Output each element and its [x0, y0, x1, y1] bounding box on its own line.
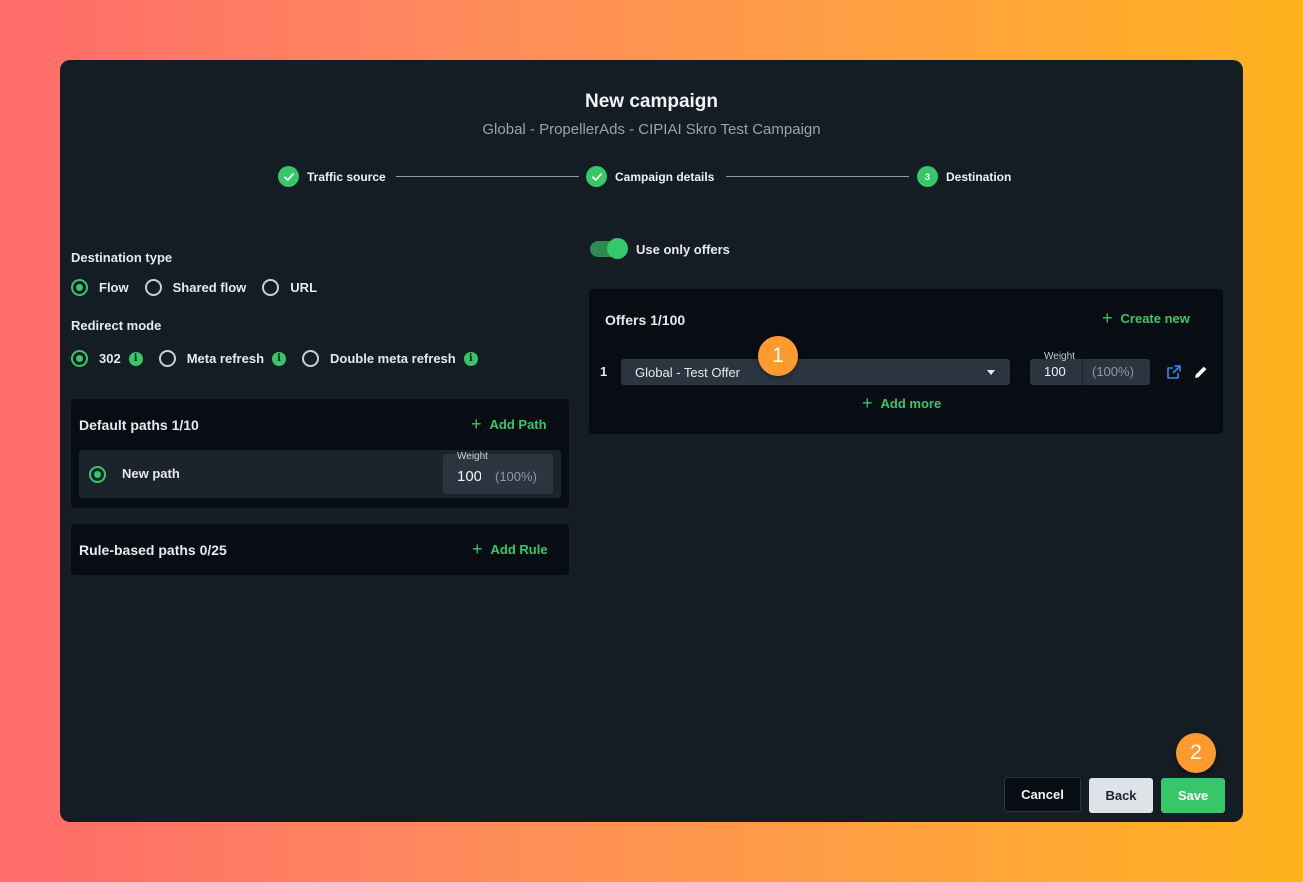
info-icon[interactable]: i — [128, 351, 143, 366]
plus-icon: + — [471, 414, 482, 434]
info-icon[interactable]: i — [463, 351, 478, 366]
redirect-mode-group: 302 i Meta refresh i Double meta refresh i — [71, 350, 494, 367]
plus-icon: + — [862, 393, 873, 413]
path-weight-field[interactable]: Weight 100 (100%) — [443, 451, 553, 494]
use-only-offers-toggle[interactable] — [590, 238, 628, 259]
radio-icon — [144, 279, 162, 296]
redirect-mode-label: Redirect mode — [71, 318, 162, 333]
weight-percent: (100%) — [1092, 364, 1134, 379]
step-label: Destination — [946, 169, 1012, 184]
add-more-offers-button[interactable]: + Add more — [862, 394, 941, 412]
stepper: Traffic source Campaign details 3 Destin… — [60, 166, 1243, 188]
create-new-offer-button[interactable]: + Create new — [1102, 309, 1190, 327]
step-label: Campaign details — [615, 169, 715, 184]
rule-paths-panel: Rule-based paths 0/25 + Add Rule — [71, 524, 569, 575]
offer-select[interactable]: Global - Test Offer — [621, 359, 1010, 385]
back-button[interactable]: Back — [1089, 778, 1153, 813]
cancel-button[interactable]: Cancel — [1004, 777, 1081, 812]
weight-label: Weight — [1044, 351, 1075, 362]
destination-type-group: Flow Shared flow URL — [71, 279, 333, 296]
radio-icon — [158, 350, 176, 367]
check-icon — [586, 166, 607, 187]
radio-url[interactable]: URL — [262, 279, 317, 296]
radio-302[interactable]: 302 i — [71, 350, 143, 367]
radio-icon — [302, 350, 320, 367]
weight-input[interactable]: 100 — [1044, 364, 1066, 379]
rule-paths-title: Rule-based paths 0/25 — [79, 542, 227, 558]
annotation-badge-2: 2 — [1176, 733, 1216, 773]
step-destination[interactable]: 3 Destination — [917, 166, 1011, 187]
offer-weight-field[interactable]: Weight 100 (100%) — [1030, 351, 1150, 385]
external-link-icon[interactable] — [1166, 364, 1182, 385]
offer-select-value: Global - Test Offer — [635, 364, 741, 380]
radio-shared-flow[interactable]: Shared flow — [144, 279, 246, 296]
weight-divider — [1082, 359, 1083, 385]
radio-selected-icon[interactable] — [89, 466, 106, 483]
step-campaign-details[interactable]: Campaign details — [586, 166, 714, 187]
weight-label: Weight — [457, 451, 488, 462]
annotation-badge-1: 1 — [758, 336, 798, 376]
check-icon — [278, 166, 299, 187]
step-traffic-source[interactable]: Traffic source — [278, 166, 386, 187]
default-paths-title: Default paths 1/10 — [79, 417, 199, 433]
offers-panel: Offers 1/100 + Create new 1 Global - Tes… — [589, 289, 1223, 434]
path-row[interactable]: New path Weight 100 (100%) — [79, 450, 561, 498]
destination-type-label: Destination type — [71, 250, 173, 265]
edit-pencil-icon[interactable] — [1193, 364, 1209, 385]
save-button[interactable]: Save — [1161, 778, 1225, 813]
modal-title: New campaign — [584, 91, 719, 112]
offers-title: Offers 1/100 — [605, 312, 686, 328]
use-only-offers-label: Use only offers — [636, 242, 730, 257]
add-path-button[interactable]: + Add Path — [471, 415, 547, 433]
radio-icon — [262, 279, 280, 296]
modal-subtitle: Global - PropellerAds - CIPIAI Skro Test… — [482, 121, 821, 138]
plus-icon: + — [1102, 308, 1113, 328]
add-rule-button[interactable]: + Add Rule — [472, 540, 548, 558]
radio-selected-icon — [71, 350, 88, 367]
step-connector — [396, 176, 579, 177]
info-icon[interactable]: i — [272, 351, 287, 366]
plus-icon: + — [472, 539, 483, 559]
radio-double-meta-refresh[interactable]: Double meta refresh i — [302, 350, 478, 367]
weight-input[interactable]: 100 — [457, 468, 481, 485]
path-name: New path — [122, 466, 180, 481]
step-label: Traffic source — [307, 169, 386, 184]
new-campaign-modal: New campaign Global - PropellerAds - CIP… — [60, 60, 1243, 822]
offer-row-index: 1 — [600, 364, 608, 379]
radio-selected-icon — [71, 279, 88, 296]
weight-percent: (100%) — [495, 469, 537, 484]
step-connector — [726, 176, 909, 177]
step-number: 3 — [917, 166, 938, 187]
caret-down-icon — [987, 370, 995, 375]
radio-meta-refresh[interactable]: Meta refresh i — [158, 350, 287, 367]
radio-flow[interactable]: Flow — [71, 279, 129, 296]
default-paths-panel: Default paths 1/10 + Add Path New path W… — [71, 399, 569, 508]
